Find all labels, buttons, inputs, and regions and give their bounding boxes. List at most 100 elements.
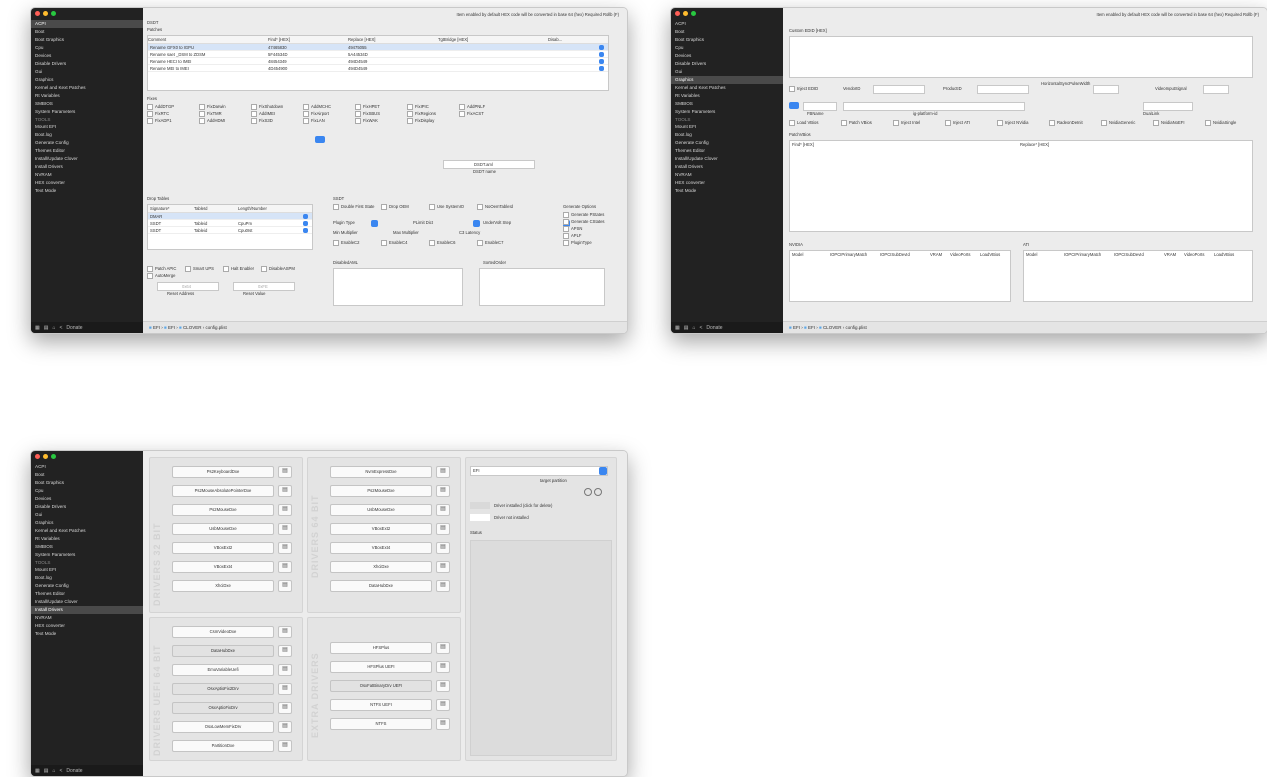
option-checkbox[interactable]: NvidiaGeneric: [1101, 120, 1135, 126]
sorted-order-list[interactable]: [479, 268, 605, 306]
column-header[interactable]: Signature*: [150, 206, 170, 211]
option-checkbox[interactable]: Patch APIC: [147, 266, 176, 272]
sidebar-tool-item[interactable]: Boot.log: [31, 574, 143, 582]
option-checkbox[interactable]: APLF: [563, 233, 581, 239]
checkbox-box[interactable]: [185, 266, 191, 272]
checkbox-box[interactable]: [303, 118, 309, 124]
table-row[interactable]: Rename saet _DSM to ZDSM 5F44534D 5A44534D: [148, 51, 608, 58]
table-row[interactable]: DMAR: [148, 213, 312, 220]
sidebar-item[interactable]: Boot Graphics: [31, 36, 143, 44]
column-header[interactable]: VRAM: [930, 252, 942, 257]
row-enabled-checkbox[interactable]: [303, 221, 308, 226]
option-checkbox[interactable]: DisableASPM: [261, 266, 295, 272]
driver-button[interactable]: DataHubDxe: [330, 580, 432, 592]
sidebar-tool-item[interactable]: Themes Editor: [31, 590, 143, 598]
sidebar-item[interactable]: SMBIOS: [31, 100, 143, 108]
driver-button[interactable]: UsbMouseDxe: [172, 523, 274, 535]
sidebar-item[interactable]: Boot Graphics: [31, 479, 143, 487]
sidebar-item[interactable]: Devices: [31, 495, 143, 503]
ati-table[interactable]: Model IOPCIPrimaryMatch IOPCISubDevId VRAM V…: [1023, 250, 1253, 302]
video-input-field[interactable]: [1203, 85, 1229, 94]
column-header[interactable]: IOPCISubDevId: [1114, 252, 1144, 257]
column-header[interactable]: Find* [HEX]: [268, 37, 290, 42]
driver-info-icon[interactable]: ▤: [278, 523, 292, 535]
sidebar-item[interactable]: Graphics: [31, 519, 143, 527]
sidebar-tool-item[interactable]: Generate Config: [671, 139, 783, 147]
option-checkbox[interactable]: FixS3D: [251, 118, 273, 124]
driver-button[interactable]: Ps2MouseDxe: [330, 485, 432, 497]
patches-table[interactable]: Comment Find* [HEX] Replace [HEX] TgtBridge…: [147, 35, 609, 91]
option-checkbox[interactable]: AddDTGP: [147, 104, 174, 110]
option-checkbox[interactable]: Smart UPS: [185, 266, 214, 272]
row-enabled-checkbox[interactable]: [599, 45, 604, 50]
sidebar-tool-item[interactable]: NVRAM: [31, 614, 143, 622]
sidebar-item[interactable]: Cpu: [671, 44, 783, 52]
driver-info-icon[interactable]: ▤: [278, 702, 292, 714]
driver-button[interactable]: VBoxExt4: [330, 542, 432, 554]
sidebar-item[interactable]: Gui: [31, 68, 143, 76]
sidebar-item[interactable]: Gui: [31, 511, 143, 519]
driver-button[interactable]: OsxLowMemFixDrv: [172, 721, 274, 733]
option-checkbox[interactable]: Use SystemIO: [429, 204, 464, 210]
close-button[interactable]: [35, 454, 40, 459]
option-checkbox[interactable]: FixDarwin: [199, 104, 226, 110]
sidebar-tool-item[interactable]: Generate Config: [31, 582, 143, 590]
folder-icon[interactable]: ▤: [684, 325, 689, 331]
driver-info-icon[interactable]: ▤: [436, 561, 450, 573]
horizontal-sync-field[interactable]: [1093, 85, 1119, 94]
driver-button[interactable]: XhciDxe: [172, 580, 274, 592]
sidebar-tool-item[interactable]: Text Mode: [31, 187, 143, 195]
donate-button[interactable]: Donate: [66, 325, 82, 331]
driver-info-icon[interactable]: ▤: [278, 561, 292, 573]
driver-button[interactable]: Ps2KeyboardDxe: [172, 466, 274, 478]
driver-button[interactable]: HFSPlus: [330, 642, 432, 654]
sidebar-item[interactable]: Gui: [671, 68, 783, 76]
checkbox-box[interactable]: [251, 111, 257, 117]
sidebar-tool-item[interactable]: Boot.log: [31, 131, 143, 139]
minimize-button[interactable]: [43, 454, 48, 459]
efi-select[interactable]: EFI: [470, 466, 608, 476]
sidebar-item[interactable]: Boot Graphics: [671, 36, 783, 44]
column-header[interactable]: IOPCISubDevId: [880, 252, 910, 257]
checkbox-box[interactable]: [563, 212, 569, 218]
mount-icon[interactable]: [584, 488, 592, 496]
sidebar-tool-item[interactable]: Generate Config: [31, 139, 143, 147]
sidebar-tool-item[interactable]: Mount EFI: [671, 123, 783, 131]
option-checkbox[interactable]: FixLAN: [303, 118, 325, 124]
sidebar-tool-item[interactable]: Install Drivers: [31, 606, 143, 614]
home-icon[interactable]: ⌂: [692, 325, 695, 331]
row-enabled-checkbox[interactable]: [599, 66, 604, 71]
column-header[interactable]: Model: [1026, 252, 1037, 257]
lock-icon[interactable]: ▦: [675, 325, 680, 331]
driver-button[interactable]: VBoxExt4: [172, 561, 274, 573]
option-checkbox[interactable]: EnableC6: [429, 240, 455, 246]
driver-info-icon[interactable]: ▤: [436, 542, 450, 554]
checkbox-box[interactable]: [355, 104, 361, 110]
column-header[interactable]: Length/Number: [238, 206, 267, 211]
column-header[interactable]: Replace [HEX]: [348, 37, 375, 42]
driver-info-icon[interactable]: ▤: [278, 683, 292, 695]
driver-info-icon[interactable]: ▤: [436, 661, 450, 673]
option-checkbox[interactable]: FixDisplay: [407, 118, 434, 124]
driver-info-icon[interactable]: ▤: [278, 645, 292, 657]
driver-button[interactable]: UsbMouseDxe: [330, 504, 432, 516]
donate-button[interactable]: Donate: [66, 768, 82, 774]
sidebar-item[interactable]: ACPI: [671, 20, 783, 28]
checkbox-box[interactable]: [407, 118, 413, 124]
driver-button[interactable]: CsmVideoDxe: [172, 626, 274, 638]
checkbox-box[interactable]: [303, 111, 309, 117]
sidebar-tool-item[interactable]: Install Drivers: [671, 163, 783, 171]
driver-button[interactable]: HFSPlus UEFI: [330, 661, 432, 673]
sidebar-item[interactable]: Cpu: [31, 487, 143, 495]
column-header[interactable]: TgtBridge [HEX]: [438, 37, 468, 42]
option-checkbox[interactable]: FixADP1: [147, 118, 172, 124]
driver-button[interactable]: OsxAptioFixDrv: [172, 702, 274, 714]
checkbox-box[interactable]: [199, 118, 205, 124]
driver-info-icon[interactable]: ▤: [278, 740, 292, 752]
checkbox-box[interactable]: [841, 120, 847, 126]
driver-button[interactable]: OsxAptioFix2Drv: [172, 683, 274, 695]
sidebar-item[interactable]: Graphics: [671, 76, 783, 84]
breadcrumb-item[interactable]: config.plist: [205, 325, 226, 330]
checkbox-box[interactable]: [147, 118, 153, 124]
driver-info-icon[interactable]: ▤: [436, 466, 450, 478]
